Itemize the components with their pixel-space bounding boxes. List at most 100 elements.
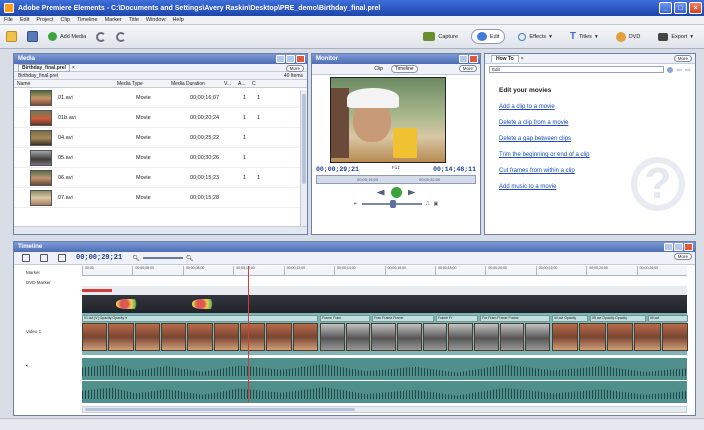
monitor-video-frame[interactable] (330, 77, 446, 163)
col-name[interactable]: Name (14, 81, 114, 87)
filmstrip-grayscale[interactable] (320, 323, 551, 351)
monitor-fit-select[interactable]: Fit (392, 166, 400, 173)
media-row[interactable]: 01.avi Movie 00;00;16;07 1 1 (14, 88, 307, 108)
filmstrip-color[interactable] (82, 323, 318, 351)
media-row[interactable]: 07.avi Movie 00;00;15;28 (14, 188, 307, 208)
media-panel-maximize-button[interactable] (286, 55, 295, 63)
undo-icon[interactable] (96, 31, 107, 42)
how-to-more-button[interactable]: More (673, 55, 692, 62)
menu-help[interactable]: Help (172, 17, 183, 23)
marker-tool-icon[interactable] (58, 254, 66, 262)
forward-arrow-icon[interactable]: ⇨ (685, 66, 691, 74)
menu-clip[interactable]: Clip (60, 17, 69, 23)
search-icon[interactable] (667, 66, 674, 73)
timeline-ruler[interactable]: 00;00 00;00;06;00 00;00;08;00 00;00;10;0… (82, 266, 687, 276)
monitor-close-button[interactable] (469, 55, 478, 63)
menu-timeline[interactable]: Timeline (77, 17, 98, 23)
col-video[interactable]: V... (221, 81, 235, 87)
clip-label[interactable]: Fran Frame Frame (372, 315, 434, 322)
col-media-type[interactable]: Media Type (114, 81, 168, 87)
col-media-duration[interactable]: Media Duration (168, 81, 221, 87)
video-2-track[interactable] (82, 295, 687, 313)
media-more-button[interactable]: More (285, 65, 304, 72)
media-row[interactable]: 01b.avi Movie 00;00;20;24 1 1 (14, 108, 307, 128)
timeline-maximize-button[interactable] (674, 243, 683, 251)
razor-tool-icon[interactable] (40, 254, 48, 262)
clip-label[interactable]: Frame Fr (436, 315, 478, 322)
how-to-link[interactable]: Delete a gap between clips (499, 136, 681, 142)
timeline-more-button[interactable]: More (673, 253, 692, 260)
monitor-more-button[interactable]: More (458, 65, 477, 72)
step-back-icon[interactable]: ⇤ (354, 201, 358, 207)
how-to-link[interactable]: Delete a clip from a movie (499, 120, 681, 126)
monitor-minimize-button[interactable] (459, 55, 468, 63)
dvd-button[interactable]: DVD (611, 30, 646, 44)
clip-label[interactable]: 05.avi Opacity:Opacity (590, 315, 646, 322)
flower-graphic-clip[interactable] (192, 299, 220, 309)
video-1-track[interactable]: 01.avi [V] Opacity:Opacity ▾ Frame Fram … (82, 313, 689, 355)
media-row[interactable]: 06.avi Movie 00;00;15;23 1 1 (14, 168, 307, 188)
timeline-horizontal-scrollbar[interactable] (82, 406, 687, 413)
dvd-marker-track[interactable] (82, 286, 687, 295)
monitor-clip-button[interactable]: Clip (374, 66, 383, 72)
zoom-slider[interactable] (142, 257, 183, 259)
flower-graphic-clip[interactable] (116, 299, 144, 309)
maximize-button[interactable]: □ (674, 2, 687, 14)
rewind-icon[interactable] (376, 189, 385, 196)
edit-button[interactable]: Edit (470, 29, 506, 44)
redo-icon[interactable] (116, 31, 127, 42)
audio-1-track[interactable] (82, 358, 687, 380)
minimize-button[interactable]: _ (659, 2, 672, 14)
timeline-playhead[interactable] (248, 266, 249, 403)
media-breadcrumb-text[interactable]: Birthday_final.prel (18, 73, 58, 79)
zoom-out-icon[interactable]: 🔍︎ (132, 255, 140, 262)
timeline-minimize-button[interactable] (664, 243, 673, 251)
clip-label[interactable]: Fra Fram Frame Frame (480, 315, 550, 322)
menu-title[interactable]: Title (129, 17, 139, 23)
media-row[interactable]: 05.avi Movie 00;00;30;26 1 (14, 148, 307, 168)
fast-forward-icon[interactable] (407, 189, 416, 196)
menu-project[interactable]: Project (36, 17, 53, 23)
media-tab-close-icon[interactable]: × (72, 65, 75, 71)
filmstrip-color[interactable] (552, 323, 689, 351)
zoom-in-icon[interactable]: 🔍︎ (186, 255, 194, 262)
save-icon[interactable] (27, 31, 38, 42)
how-to-tab-close-icon[interactable]: × (521, 56, 524, 62)
menu-edit[interactable]: Edit (20, 17, 29, 23)
media-panel-close-button[interactable] (296, 55, 305, 63)
back-arrow-icon[interactable]: ⇦ (676, 66, 682, 74)
audio-1-track-channel-2[interactable] (82, 381, 687, 403)
monitor-current-timecode[interactable]: 00;00;29;21 (316, 166, 359, 173)
timeline-timecode[interactable]: 00;00;29;21 (76, 254, 122, 262)
timeline-scroll-thumb[interactable] (85, 408, 355, 411)
col-audio[interactable]: A... (235, 81, 249, 87)
media-tab[interactable]: Birthday_final.prel (18, 63, 70, 72)
close-button[interactable]: × (689, 2, 702, 14)
clip-label[interactable]: 04.avi Opacity (552, 315, 588, 322)
split-clip-icon[interactable]: ⎍ (426, 201, 430, 207)
media-panel-minimize-button[interactable] (276, 55, 285, 63)
monitor-mini-timeline[interactable]: 00;00;16;00 00;00;32;00 (316, 175, 476, 184)
menu-marker[interactable]: Marker (105, 17, 122, 23)
timeline-close-button[interactable] (684, 243, 693, 251)
safe-margin-icon[interactable]: ▣ (433, 201, 438, 207)
col-comment[interactable]: C (249, 81, 256, 87)
how-to-tab[interactable]: How To (491, 55, 519, 62)
monitor-timeline-button[interactable]: Timeline (390, 65, 418, 73)
how-to-link[interactable]: Add a clip to a movie (499, 104, 681, 110)
clip-label[interactable]: Frame Fram (320, 315, 370, 322)
add-media-button[interactable]: Add Media (48, 32, 86, 41)
media-vertical-scrollbar[interactable] (300, 90, 307, 226)
menu-file[interactable]: File (4, 17, 13, 23)
effects-button[interactable]: Effects ▾ (513, 31, 556, 43)
media-scroll-thumb[interactable] (302, 94, 306, 184)
shuttle-slider[interactable] (361, 200, 422, 208)
capture-button[interactable]: Capture (418, 30, 463, 43)
export-button[interactable]: Export ▾ (653, 31, 698, 43)
titles-button[interactable]: T Titles ▾ (565, 29, 603, 44)
play-icon[interactable] (390, 187, 402, 198)
open-project-icon[interactable] (6, 31, 17, 42)
work-area-bar[interactable] (82, 289, 112, 292)
how-to-search-input[interactable]: Edit (489, 66, 665, 73)
selection-tool-icon[interactable] (22, 254, 30, 262)
